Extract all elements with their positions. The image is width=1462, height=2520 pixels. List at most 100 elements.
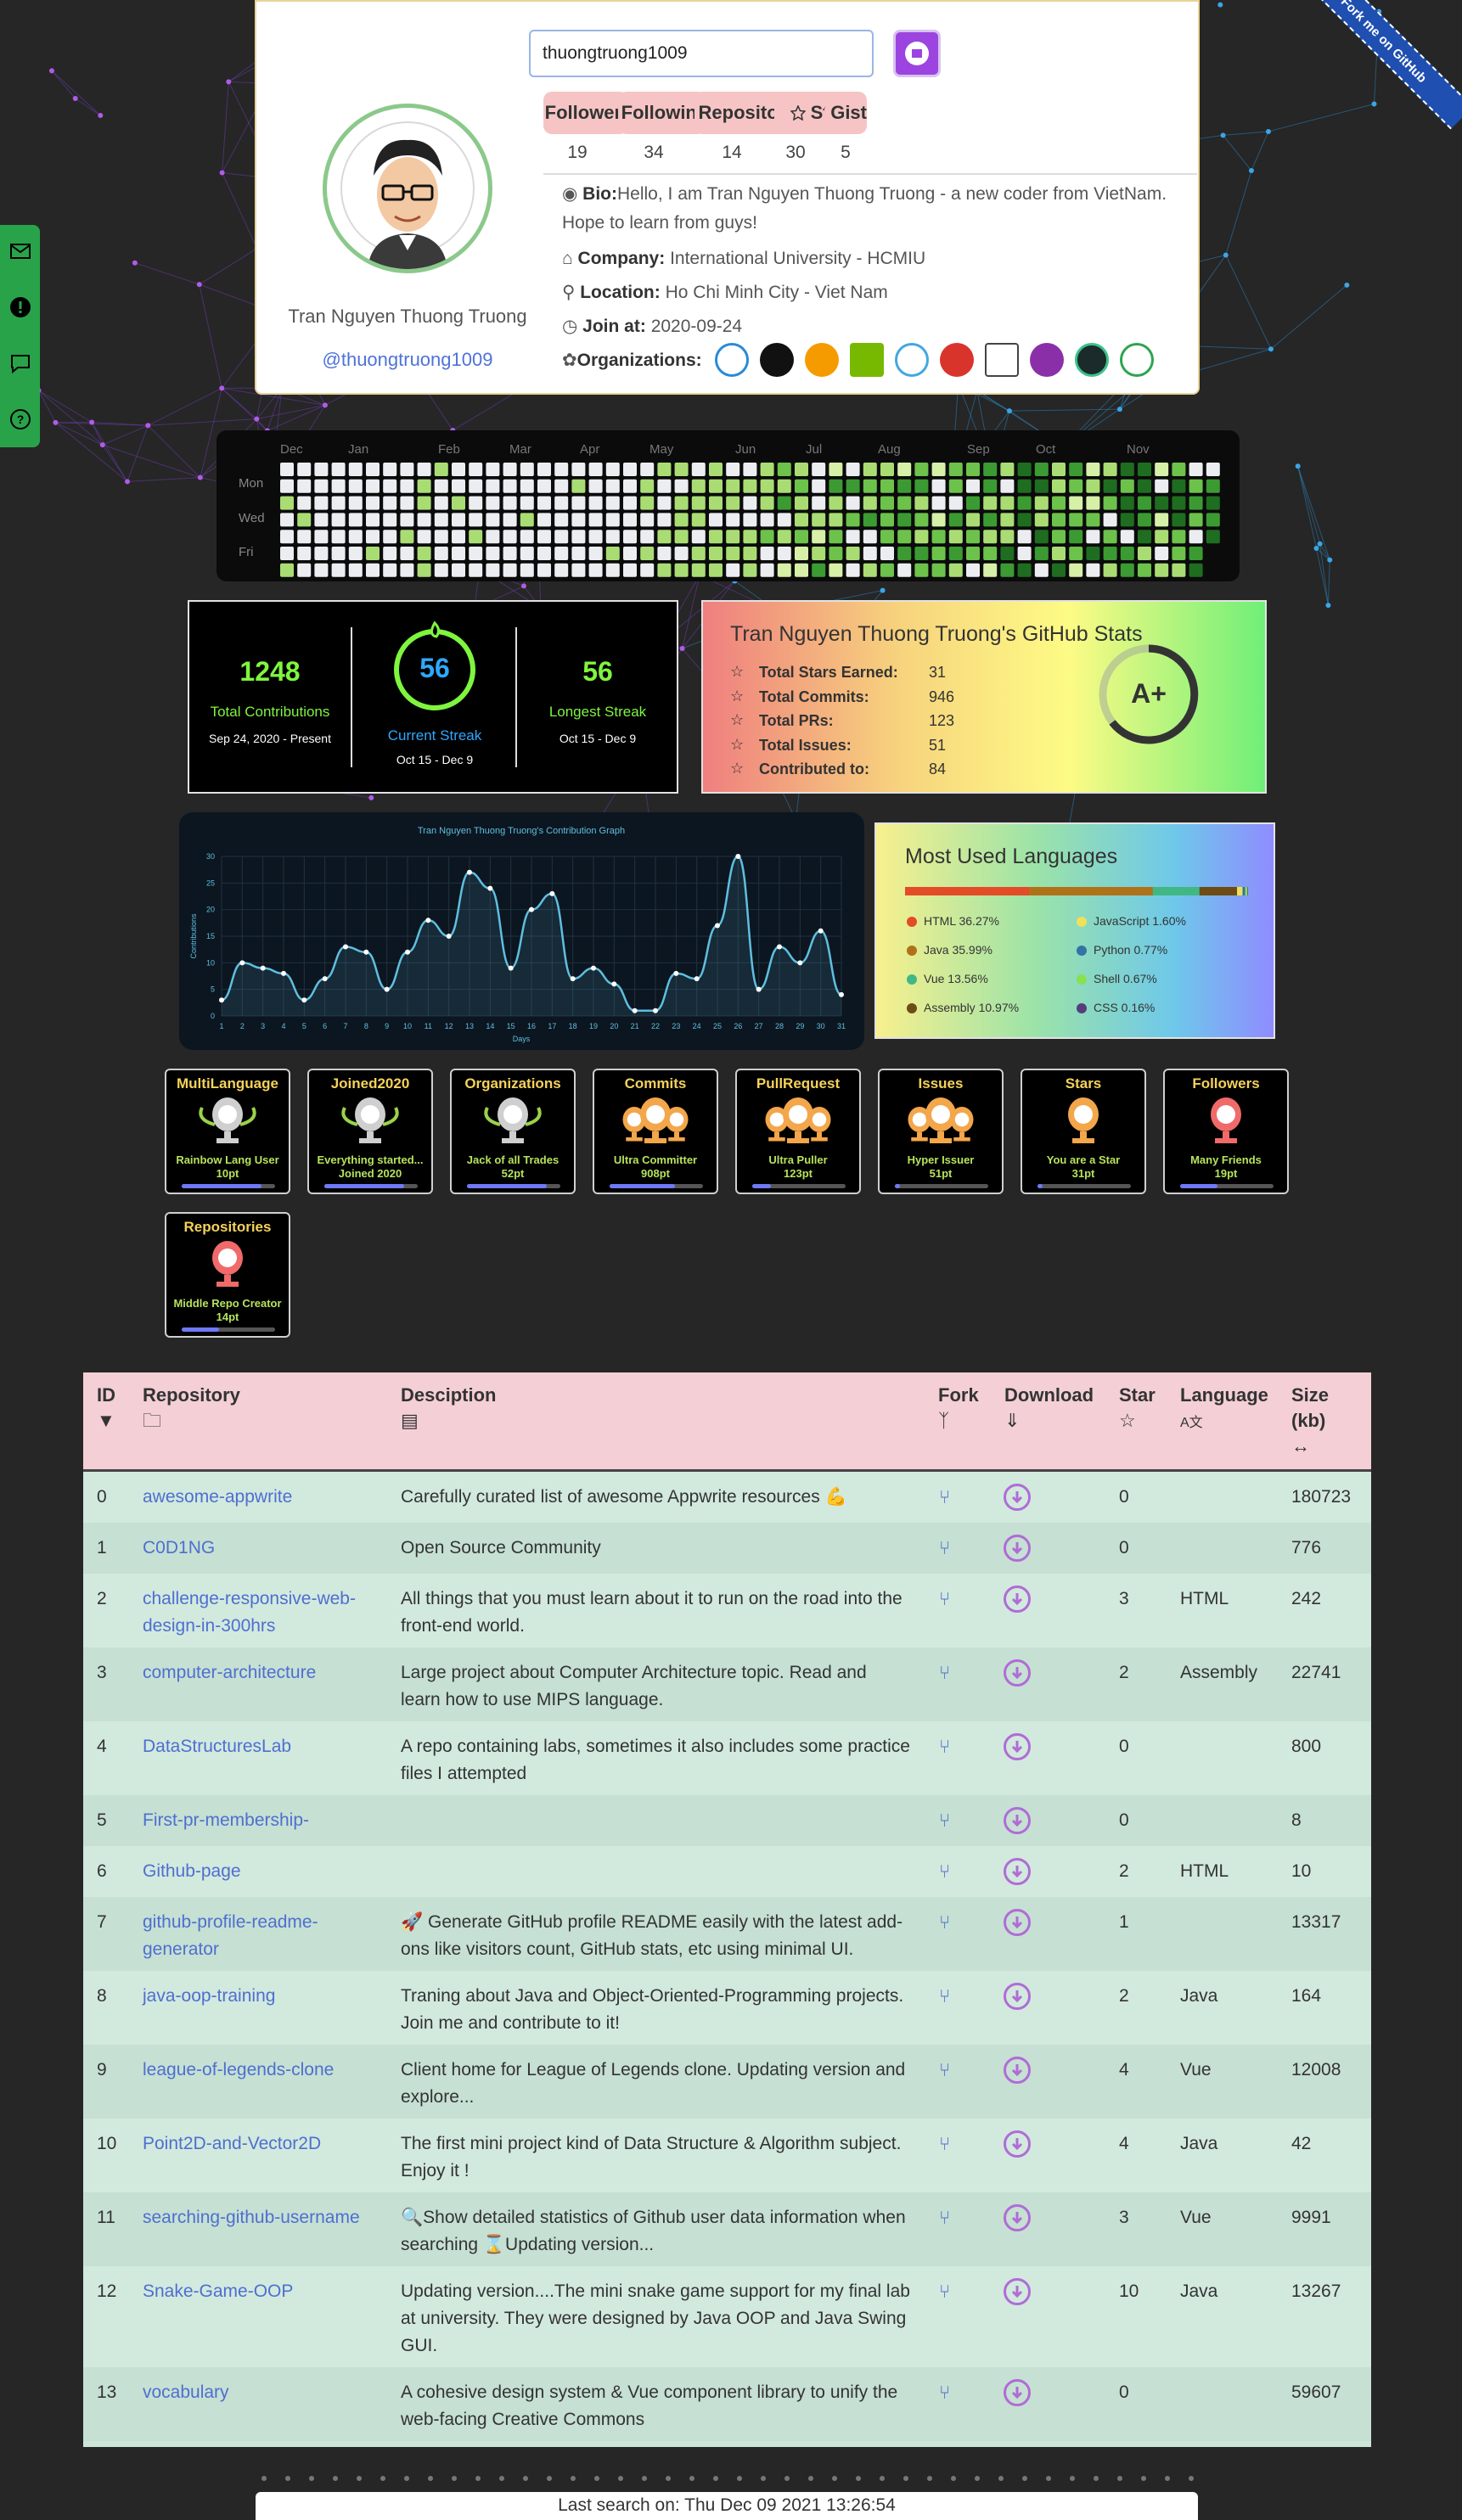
fork-icon[interactable]: ⑂ <box>939 2130 950 2158</box>
fork-icon[interactable]: ⑂ <box>939 2057 950 2084</box>
org-jazz-band-icon[interactable] <box>940 343 974 377</box>
repo-link[interactable]: searching-github-username <box>143 2204 372 2231</box>
org-cyan-circle-icon[interactable] <box>895 343 929 377</box>
data-point[interactable] <box>570 976 576 982</box>
data-point[interactable] <box>839 991 844 997</box>
filter-icon[interactable]: ▼ <box>97 1410 115 1431</box>
chat-icon[interactable] <box>9 352 31 374</box>
header-repository[interactable]: Repository 🗀 <box>143 1383 240 1434</box>
header-star[interactable]: Star ☆ <box>1119 1383 1156 1434</box>
data-point[interactable] <box>673 970 679 976</box>
data-point[interactable] <box>653 1007 658 1013</box>
repo-link[interactable]: Snake-Game-OOP <box>143 2278 372 2305</box>
data-point[interactable] <box>446 934 452 939</box>
tab-gist[interactable]: Gist <box>824 92 867 134</box>
data-point[interactable] <box>363 949 369 955</box>
repo-link[interactable]: C0D1NG <box>143 1535 372 1562</box>
data-point[interactable] <box>756 986 762 992</box>
mail-icon[interactable] <box>9 240 31 262</box>
repo-link[interactable]: computer-architecture <box>143 1659 372 1687</box>
data-point[interactable] <box>797 960 803 966</box>
fork-icon[interactable]: ⑂ <box>939 1858 950 1885</box>
download-icon[interactable] <box>1004 1535 1031 1562</box>
download-icon[interactable] <box>1004 1858 1031 1885</box>
download-icon[interactable] <box>1004 1733 1031 1760</box>
download-icon[interactable] <box>1004 1909 1031 1936</box>
download-icon[interactable] <box>1004 1983 1031 2010</box>
repo-link[interactable]: challenge-responsive-web-design-in-300hr… <box>143 1586 372 1640</box>
download-icon[interactable] <box>1004 2204 1031 2231</box>
fork-icon[interactable]: ⑂ <box>939 1484 950 1511</box>
data-point[interactable] <box>343 944 348 950</box>
fork-icon[interactable]: ⑂ <box>939 2204 950 2231</box>
profile-login-link[interactable]: @thuongtruong1009 <box>273 349 542 371</box>
download-icon[interactable] <box>1004 2379 1031 2406</box>
org-circles-icon[interactable] <box>715 343 749 377</box>
data-point[interactable] <box>508 965 514 971</box>
data-point[interactable] <box>260 965 266 971</box>
header-size[interactable]: Size (kb) ↔ <box>1291 1383 1342 1459</box>
fork-icon[interactable]: ⑂ <box>939 1535 950 1562</box>
data-point[interactable] <box>715 923 720 929</box>
download-icon[interactable] <box>1004 1484 1031 1511</box>
org-black-cat-icon[interactable] <box>760 343 794 377</box>
repo-link[interactable]: java-oop-training <box>143 1983 372 2010</box>
fork-icon[interactable]: ⑂ <box>939 1807 950 1834</box>
header-id[interactable]: ID ▼ <box>97 1383 115 1434</box>
download-icon[interactable] <box>1004 2057 1031 2084</box>
download-icon[interactable] <box>1004 1586 1031 1613</box>
org-hi-logo-icon[interactable] <box>805 343 839 377</box>
data-point[interactable] <box>632 1007 638 1013</box>
repo-link[interactable]: awesome-appwrite <box>143 1484 372 1511</box>
tab-followers[interactable]: Followers <box>543 92 632 134</box>
data-point[interactable] <box>777 944 782 950</box>
org-php-icon[interactable] <box>1030 343 1064 377</box>
download-icon[interactable] <box>1004 2278 1031 2305</box>
data-point[interactable] <box>611 981 617 987</box>
data-point[interactable] <box>818 928 824 934</box>
repo-link[interactable]: league-of-legends-clone <box>143 2057 372 2084</box>
fork-icon[interactable]: ⑂ <box>939 2278 950 2305</box>
github-icon[interactable] <box>893 30 941 77</box>
repo-link[interactable]: First-pr-membership- <box>143 1807 372 1834</box>
search-input[interactable] <box>529 30 874 77</box>
help-icon[interactable]: ? <box>9 408 31 430</box>
data-point[interactable] <box>322 976 328 982</box>
data-point[interactable] <box>529 906 534 912</box>
org-fn-icon[interactable] <box>985 343 1019 377</box>
data-point[interactable] <box>425 918 431 923</box>
download-icon[interactable] <box>1004 1659 1031 1687</box>
data-point[interactable] <box>384 986 390 992</box>
repo-link[interactable]: github-profile-readme-generator <box>143 1909 372 1963</box>
data-point[interactable] <box>735 854 741 859</box>
data-point[interactable] <box>467 869 472 875</box>
fork-icon[interactable]: ⑂ <box>939 1659 950 1687</box>
data-point[interactable] <box>301 997 307 1003</box>
data-point[interactable] <box>487 885 493 891</box>
fork-icon[interactable]: ⑂ <box>939 1983 950 2010</box>
data-point[interactable] <box>694 976 700 982</box>
download-icon[interactable] <box>1004 2130 1031 2158</box>
download-icon[interactable] <box>1004 1807 1031 1834</box>
org-nvidia-icon[interactable] <box>850 343 884 377</box>
fork-icon[interactable]: ⑂ <box>939 2379 950 2406</box>
repo-link[interactable]: DataStructuresLab <box>143 1733 372 1760</box>
fork-icon[interactable]: ⑂ <box>939 1733 950 1760</box>
data-point[interactable] <box>405 949 410 955</box>
repo-link[interactable]: Point2D-and-Vector2D <box>143 2130 372 2158</box>
alert-icon[interactable] <box>9 296 31 318</box>
fork-icon[interactable]: ⑂ <box>939 1909 950 1936</box>
header-language[interactable]: Language A文 <box>1180 1383 1268 1436</box>
org-ztm-icon[interactable] <box>1075 343 1109 377</box>
header-fork[interactable]: Fork ᛉ <box>938 1383 979 1434</box>
data-point[interactable] <box>219 997 224 1003</box>
data-point[interactable] <box>281 970 286 976</box>
fork-icon[interactable]: ⑂ <box>939 1586 950 1613</box>
header-description[interactable]: Desciption ▤ <box>401 1383 496 1434</box>
repo-link[interactable]: vocabulary <box>143 2379 372 2406</box>
org-vue-green-icon[interactable] <box>1120 343 1154 377</box>
repo-link[interactable]: Github-page <box>143 1858 372 1885</box>
data-point[interactable] <box>239 960 245 966</box>
tab-following[interactable]: Following <box>618 92 708 134</box>
data-point[interactable] <box>549 890 555 896</box>
